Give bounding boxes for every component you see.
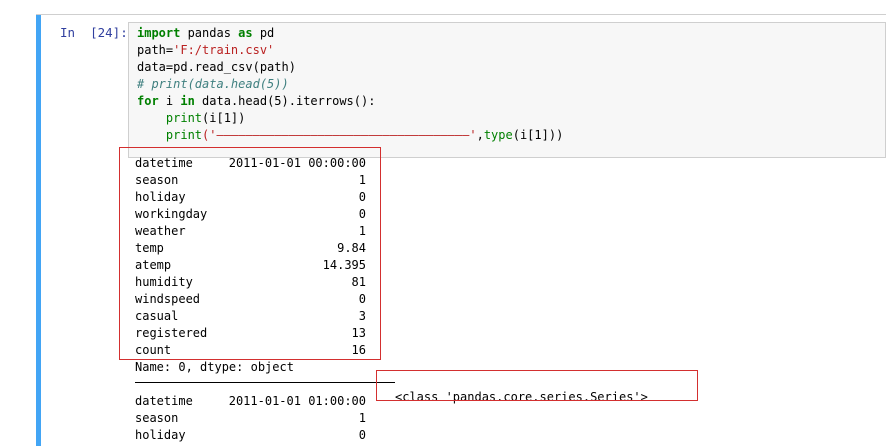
- code-line-2: path='F:/train.csv': [137, 42, 274, 59]
- series-value: 2011-01-01 01:00:00: [228, 394, 366, 408]
- code-line-5: for i in data.head(5).iterrows():: [137, 93, 375, 110]
- code-text: i: [158, 94, 181, 108]
- series-key: datetime: [135, 394, 193, 408]
- code-text: path=: [137, 43, 174, 57]
- keyword-import: import: [137, 26, 181, 40]
- code-text: pandas: [180, 26, 239, 40]
- builtin-print: print: [165, 128, 203, 142]
- series-key: holiday: [135, 428, 186, 442]
- series-key: season: [135, 411, 179, 425]
- output-row: season 1: [135, 410, 366, 427]
- type-highlight-box: [376, 370, 698, 401]
- series-name-dtype: Name: 0, dtype: object: [135, 360, 294, 374]
- code-line-3: data=pd.read_csv(path): [137, 59, 296, 76]
- code-cell[interactable]: In [24]: import pandas as pd path='F:/tr…: [36, 15, 886, 446]
- code-text: data.head(5).iterrows():: [194, 94, 376, 108]
- separator-line: [135, 382, 395, 383]
- code-text: (i[1]): [202, 111, 246, 125]
- keyword-in: in: [180, 94, 195, 108]
- code-comment: # print(data.head(5)): [137, 77, 289, 91]
- string-literal: ('———————————————————————————————————': [202, 128, 477, 142]
- code-editor[interactable]: import pandas as pd path='F:/train.csv' …: [128, 22, 886, 158]
- builtin-print: print: [165, 111, 203, 125]
- code-line-4: # print(data.head(5)): [137, 76, 289, 93]
- series-value: 0: [358, 428, 366, 442]
- code-line-7: print('—————————————————————————————————…: [137, 127, 563, 144]
- code-line-6: print(i[1]): [137, 110, 245, 127]
- keyword-for: for: [137, 94, 159, 108]
- code-line-1: import pandas as pd: [137, 25, 274, 42]
- string-literal: 'F:/train.csv': [173, 43, 275, 57]
- series-value: 1: [358, 411, 366, 425]
- keyword-as: as: [238, 26, 253, 40]
- series-highlight-box: [119, 147, 381, 360]
- selected-cell-indicator: [36, 15, 41, 446]
- builtin-type: type: [483, 128, 513, 142]
- output-row: datetime 2011-01-01 01:00:00: [135, 393, 366, 410]
- output-row: holiday 0: [135, 427, 366, 444]
- input-prompt: In [24]:: [60, 25, 128, 40]
- code-text: data=pd.read_csv(path): [137, 60, 296, 74]
- notebook-page: In [24]: import pandas as pd path='F:/tr…: [0, 0, 886, 446]
- code-text: ,: [476, 128, 484, 142]
- code-text: pd: [252, 26, 275, 40]
- code-text: (i[1])): [512, 128, 564, 142]
